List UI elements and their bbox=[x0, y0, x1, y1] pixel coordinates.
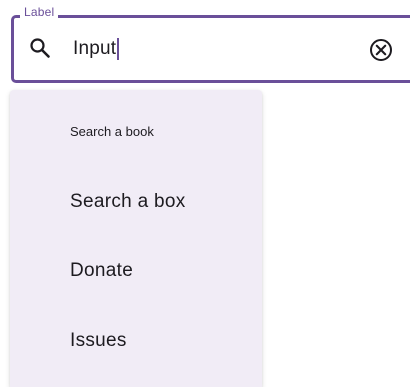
field-label: Label bbox=[20, 5, 59, 19]
menu-item-label: Search a book bbox=[70, 123, 154, 139]
menu-item-search-a-book[interactable]: Search a book bbox=[10, 110, 262, 152]
text-caret bbox=[117, 38, 119, 60]
search-input[interactable]: Input bbox=[73, 38, 119, 60]
clear-circle-icon[interactable] bbox=[367, 36, 395, 64]
search-screen: Label Input Search a book Search a box D… bbox=[0, 0, 410, 387]
search-input-text: Input bbox=[73, 38, 117, 59]
menu-item-issues[interactable]: Issues bbox=[10, 315, 262, 367]
menu-item-donate[interactable]: Donate bbox=[10, 245, 262, 297]
suggestions-menu: Search a book Search a box Donate Issues bbox=[10, 90, 262, 387]
search-icon bbox=[28, 36, 52, 60]
menu-item-search-a-box[interactable]: Search a box bbox=[10, 176, 262, 228]
menu-item-label: Donate bbox=[70, 260, 134, 281]
menu-item-label: Issues bbox=[70, 330, 127, 351]
search-text-field[interactable] bbox=[11, 15, 410, 83]
menu-item-label: Search a box bbox=[70, 191, 186, 212]
